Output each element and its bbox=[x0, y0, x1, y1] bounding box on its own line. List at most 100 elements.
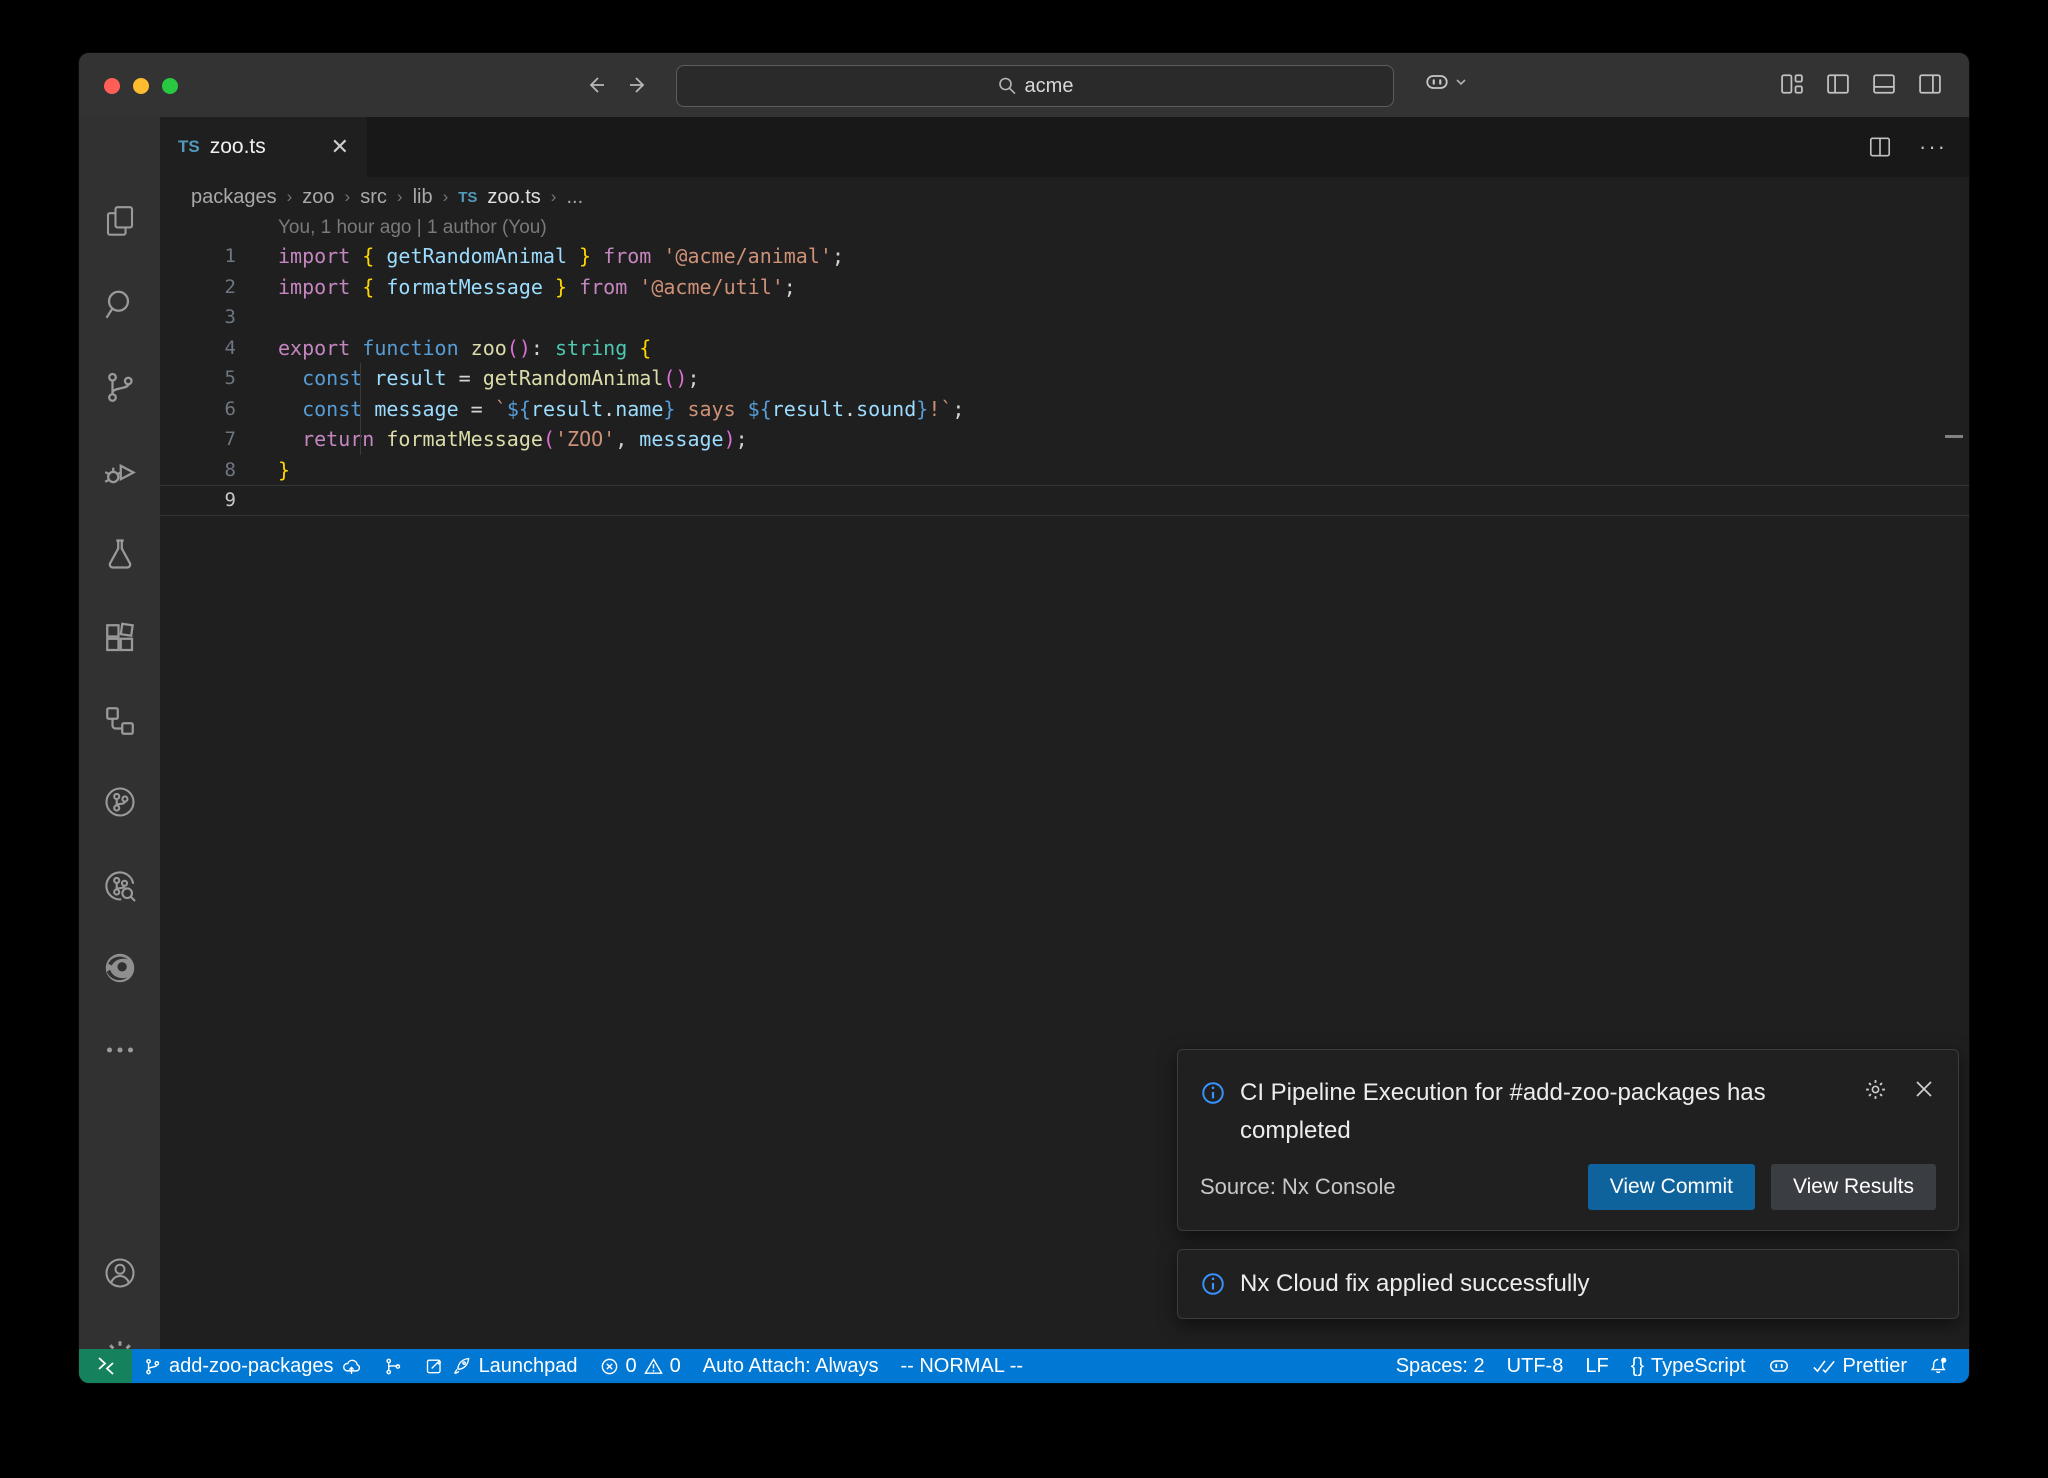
typescript-file-icon: TS bbox=[458, 189, 477, 206]
chevron-right-icon: › bbox=[551, 187, 557, 207]
code-line[interactable]: 3 bbox=[160, 302, 1969, 333]
eol-label: LF bbox=[1585, 1355, 1608, 1378]
breadcrumb-file[interactable]: zoo.ts bbox=[487, 186, 540, 209]
indentation-label: Spaces: 2 bbox=[1396, 1355, 1485, 1378]
breadcrumb-item[interactable]: zoo bbox=[302, 186, 334, 209]
git-branch-label: add-zoo-packages bbox=[169, 1355, 334, 1378]
double-check-icon bbox=[1812, 1357, 1836, 1376]
edge-devtools-icon[interactable] bbox=[79, 938, 160, 998]
code-line[interactable]: 2import { formatMessage } from '@acme/ut… bbox=[160, 272, 1969, 303]
status-bar: add-zoo-packages bbox=[79, 1349, 1969, 1383]
commit-graph-item[interactable] bbox=[373, 1349, 414, 1383]
eol-item[interactable]: LF bbox=[1574, 1349, 1619, 1383]
view-commit-button[interactable]: View Commit bbox=[1588, 1164, 1755, 1210]
rocket-icon bbox=[452, 1356, 472, 1376]
tab-zoo-ts[interactable]: TS zoo.ts ✕ bbox=[160, 117, 367, 177]
chevron-down-icon bbox=[1454, 75, 1468, 89]
auto-attach-label: Auto Attach: Always bbox=[703, 1355, 879, 1378]
formatter-item[interactable]: Prettier bbox=[1801, 1349, 1918, 1383]
account-icon[interactable] bbox=[79, 1243, 160, 1303]
close-window-button[interactable] bbox=[104, 78, 120, 94]
error-icon bbox=[600, 1357, 619, 1376]
formatter-label: Prettier bbox=[1843, 1355, 1907, 1378]
breadcrumb-item[interactable]: lib bbox=[413, 186, 433, 209]
encoding-item[interactable]: UTF-8 bbox=[1496, 1349, 1575, 1383]
chevron-right-icon: › bbox=[287, 187, 293, 207]
search-view-icon[interactable] bbox=[79, 275, 160, 335]
back-arrow-icon[interactable] bbox=[579, 69, 611, 101]
chevron-right-icon: › bbox=[345, 187, 351, 207]
indentation-item[interactable]: Spaces: 2 bbox=[1385, 1349, 1496, 1383]
code-line[interactable]: 5 const result = getRandomAnimal(); bbox=[160, 363, 1969, 394]
remote-indicator[interactable] bbox=[79, 1349, 132, 1383]
minimize-window-button[interactable] bbox=[133, 78, 149, 94]
explorer-icon[interactable] bbox=[79, 191, 160, 251]
notification-settings-gear-icon[interactable] bbox=[1863, 1077, 1888, 1102]
vim-mode-item[interactable]: -- NORMAL -- bbox=[889, 1349, 1034, 1383]
breadcrumb-symbol-more[interactable]: ... bbox=[566, 186, 583, 209]
toggle-panel-icon[interactable] bbox=[1869, 69, 1899, 99]
language-label: TypeScript bbox=[1651, 1355, 1745, 1378]
code-line[interactable]: 4export function zoo(): string { bbox=[160, 333, 1969, 364]
line-number: 1 bbox=[160, 245, 236, 267]
line-number: 7 bbox=[160, 428, 236, 450]
copilot-status-item[interactable] bbox=[1757, 1349, 1801, 1383]
code-line[interactable]: 9 bbox=[160, 485, 1969, 516]
notification-close-icon[interactable] bbox=[1912, 1077, 1936, 1101]
command-center-search[interactable]: acme bbox=[676, 65, 1394, 107]
run-and-debug-icon[interactable] bbox=[79, 441, 160, 501]
edit-session-icon bbox=[425, 1356, 445, 1376]
git-branch-icon bbox=[143, 1357, 162, 1376]
typescript-file-icon: TS bbox=[178, 137, 200, 157]
problems-item[interactable]: 0 0 bbox=[589, 1349, 692, 1383]
customize-layout-icon[interactable] bbox=[1777, 69, 1807, 99]
view-results-button[interactable]: View Results bbox=[1771, 1164, 1936, 1210]
editor-actions: ··· bbox=[1867, 117, 1947, 177]
search-text: acme bbox=[1025, 75, 1074, 98]
gitlens-icon[interactable] bbox=[79, 772, 160, 832]
toggle-secondary-sidebar-icon[interactable] bbox=[1915, 69, 1945, 99]
tab-bar: TS zoo.ts ✕ ··· bbox=[160, 117, 1969, 177]
code-text: return formatMessage('ZOO', message); bbox=[236, 427, 748, 451]
tab-close-icon[interactable]: ✕ bbox=[331, 136, 349, 158]
source-control-icon[interactable] bbox=[79, 357, 160, 417]
bell-icon bbox=[1929, 1356, 1950, 1377]
language-mode-item[interactable]: {} TypeScript bbox=[1620, 1349, 1757, 1383]
launchpad-label: Launchpad bbox=[479, 1355, 578, 1378]
notification-toast-ci-pipeline: CI Pipeline Execution for #add-zoo-packa… bbox=[1177, 1049, 1959, 1231]
search-icon bbox=[997, 76, 1017, 96]
warning-icon bbox=[644, 1357, 663, 1376]
split-editor-icon[interactable] bbox=[1867, 134, 1893, 160]
code-text: } bbox=[236, 458, 290, 482]
more-actions-icon[interactable]: ··· bbox=[1919, 134, 1947, 160]
code-text: import { getRandomAnimal } from '@acme/a… bbox=[236, 244, 844, 268]
copilot-menu[interactable] bbox=[1424, 69, 1468, 95]
toggle-primary-sidebar-icon[interactable] bbox=[1823, 69, 1853, 99]
code-line[interactable]: 6 const message = `${result.name} says $… bbox=[160, 394, 1969, 425]
testing-icon[interactable] bbox=[79, 524, 160, 584]
nx-console-icon[interactable] bbox=[79, 691, 160, 751]
auto-attach-item[interactable]: Auto Attach: Always bbox=[692, 1349, 890, 1383]
notifications-bell-item[interactable] bbox=[1918, 1349, 1961, 1383]
forward-arrow-icon[interactable] bbox=[623, 69, 655, 101]
vscode-window: acme bbox=[78, 52, 1970, 1384]
notification-message: Nx Cloud fix applied successfully bbox=[1240, 1265, 1590, 1303]
git-branch-item[interactable]: add-zoo-packages bbox=[132, 1349, 373, 1383]
indent-guide bbox=[360, 363, 361, 455]
notification-toast-nx-cloud: Nx Cloud fix applied successfully bbox=[1177, 1249, 1959, 1319]
more-views-icon[interactable] bbox=[79, 1020, 160, 1080]
launchpad-item[interactable]: Launchpad bbox=[414, 1349, 589, 1383]
line-number: 8 bbox=[160, 459, 236, 481]
maximize-window-button[interactable] bbox=[162, 78, 178, 94]
code-line[interactable]: 8} bbox=[160, 455, 1969, 486]
code-line[interactable]: 1import { getRandomAnimal } from '@acme/… bbox=[160, 241, 1969, 272]
extensions-icon[interactable] bbox=[79, 608, 160, 668]
breadcrumb-item[interactable]: src bbox=[360, 186, 387, 209]
encoding-label: UTF-8 bbox=[1507, 1355, 1564, 1378]
breadcrumb-item[interactable]: packages bbox=[191, 186, 277, 209]
window-controls bbox=[104, 78, 178, 94]
code-text: import { formatMessage } from '@acme/uti… bbox=[236, 275, 796, 299]
gitlens-blame-annotation[interactable]: You, 1 hour ago | 1 author (You) bbox=[278, 217, 547, 241]
gitlens-inspect-icon[interactable] bbox=[79, 856, 160, 916]
code-line[interactable]: 7 return formatMessage('ZOO', message); bbox=[160, 424, 1969, 455]
